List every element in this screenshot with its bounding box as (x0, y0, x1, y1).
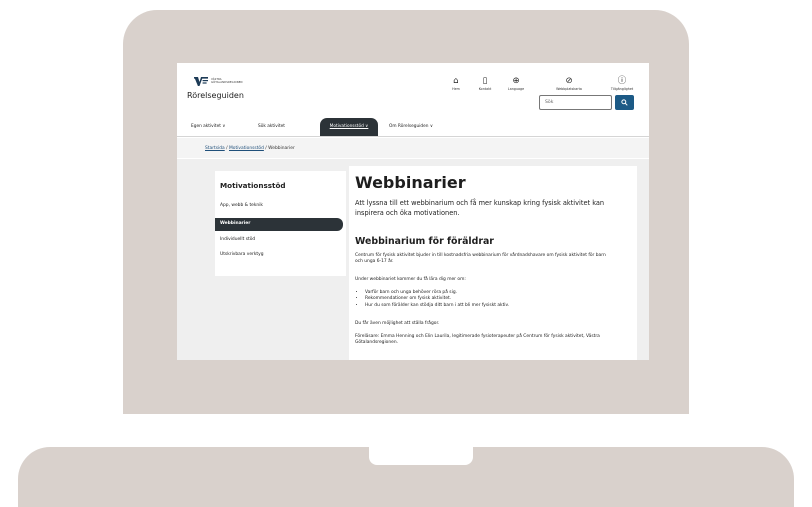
nav-om-rorelseguiden[interactable]: Om Rörelseguiden ∨ (389, 124, 433, 130)
nav-motivationsstod-label: Motivationsstöd ∨ (329, 124, 369, 129)
utility-language[interactable]: ⊕ Language (499, 76, 533, 91)
breadcrumb-parent[interactable]: Motivationsstöd (229, 146, 264, 151)
phone-icon: ▯ (482, 76, 488, 86)
utility-language-label: Language (507, 87, 525, 91)
utility-sitemap-label: Webbplatskarta (556, 87, 582, 91)
accessibility-icon: ⓘ (617, 76, 627, 86)
vgr-logo-icon (194, 77, 208, 86)
section-paragraph: Centrum för fysisk aktivitet bjuder in t… (355, 253, 606, 265)
sidebar-item-utskrivbara-verktyg[interactable]: Utskrivbara verktyg (220, 252, 264, 258)
logo-text: VÄSTRA GÖTALANDSREGIONEN (211, 78, 243, 84)
sitemap-icon: ⊘ (565, 76, 573, 86)
bullet-item: Hur du som förälder kan stödja ditt barn… (365, 303, 509, 309)
breadcrumb: Startsida / Motivationsstöd / Webbinarie… (205, 146, 295, 152)
laptop-screen: VÄSTRA GÖTALANDSREGIONEN Rörelseguiden ⌂… (177, 63, 649, 360)
nav-divider (177, 136, 649, 137)
intro-text: Att lyssna till ett webbinarium och få m… (355, 199, 605, 217)
section-paragraph: Du får även möjlighet att ställa frågor. (355, 321, 440, 326)
utility-accessibility[interactable]: ⓘ Tillgänglighet (605, 76, 639, 91)
lecturer-paragraph: Föreläsare: Emma Henning och Elin Lauril… (355, 334, 600, 346)
sidebar-title: Motivationsstöd (220, 181, 286, 190)
nav-egen-aktivitet[interactable]: Egen aktivitet ∨ (191, 124, 225, 130)
site-title[interactable]: Rörelseguiden (187, 91, 244, 100)
sidebar-item-webbinarier[interactable]: Webbinarier (215, 218, 343, 231)
utility-sitemap[interactable]: ⊘ Webbplatskarta (552, 76, 586, 91)
utility-contact[interactable]: ▯ Kontakt (468, 76, 502, 91)
page-title: Webbinarier (355, 173, 466, 192)
bullet-list: Varför barn och unga behöver röra på sig… (357, 290, 509, 309)
laptop-notch (369, 447, 473, 465)
section-paragraph: Under webbinariet kommer du få lära dig … (355, 277, 466, 282)
utility-accessibility-label: Tillgänglighet (610, 87, 634, 91)
breadcrumb-home[interactable]: Startsida (205, 146, 225, 151)
search-input[interactable]: Sök (539, 95, 612, 110)
sidebar-item-individuellt-stod[interactable]: Individuellt stöd (220, 237, 255, 243)
search-button[interactable] (615, 95, 634, 110)
section-heading: Webbinarium för föräldrar (355, 236, 494, 247)
sidebar-item-app-webb-teknik[interactable]: App, webb & teknik (220, 203, 263, 209)
sidebar-item-label: Webbinarier (220, 221, 251, 226)
breadcrumb-current: Webbinarier (268, 146, 295, 151)
search-icon (621, 99, 628, 106)
globe-icon: ⊕ (512, 76, 520, 86)
utility-contact-label: Kontakt (478, 87, 492, 91)
logo-text-line2: GÖTALANDSREGIONEN (211, 81, 243, 85)
nav-motivationsstod[interactable]: Motivationsstöd ∨ (320, 118, 378, 136)
nav-sok-aktivitet[interactable]: Sök aktivitet (258, 124, 285, 130)
